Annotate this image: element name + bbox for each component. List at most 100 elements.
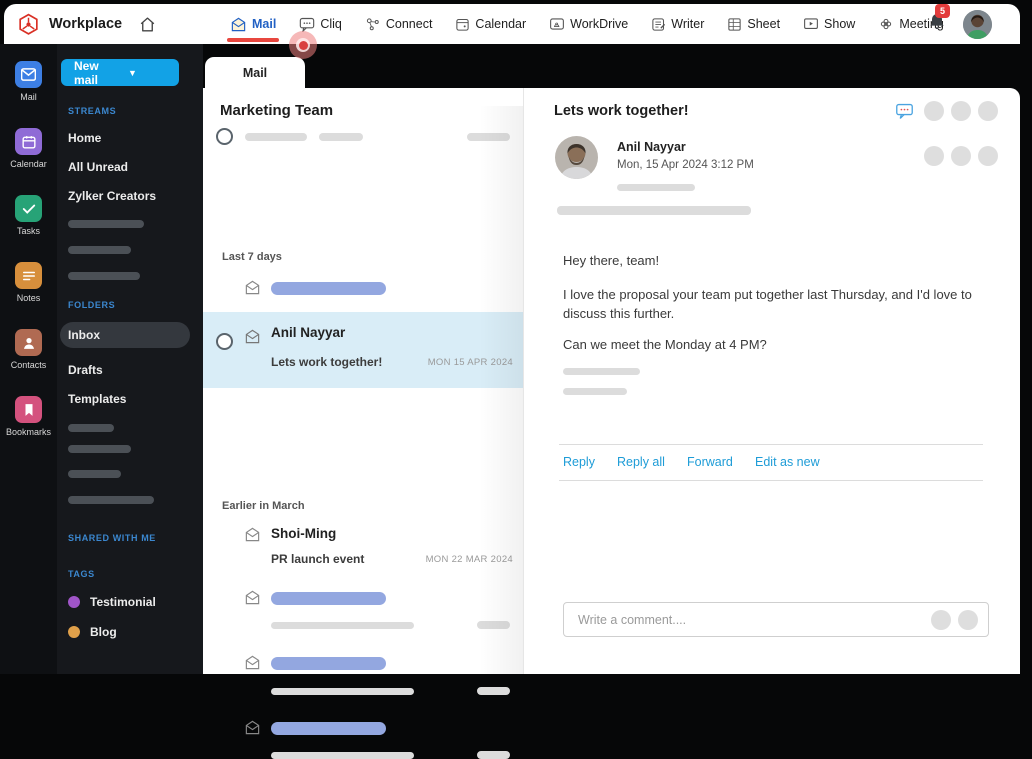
rail-item-bookmarks[interactable]: Bookmarks bbox=[0, 396, 57, 437]
list-toolbar bbox=[216, 128, 510, 145]
reply-link[interactable]: Reply bbox=[563, 455, 617, 469]
sender-placeholder bbox=[271, 592, 386, 605]
action-placeholder[interactable] bbox=[978, 146, 998, 166]
tasks-app-icon bbox=[15, 195, 42, 222]
action-placeholder[interactable] bbox=[924, 146, 944, 166]
comment-box-actions bbox=[931, 610, 988, 630]
bookmarks-app-icon bbox=[15, 396, 42, 423]
stream-item-all-unread[interactable]: All Unread bbox=[68, 160, 203, 174]
date-placeholder bbox=[477, 687, 510, 695]
folder-placeholder bbox=[68, 496, 154, 504]
new-mail-button[interactable]: New mail ▼ bbox=[61, 59, 179, 86]
signature-placeholder bbox=[563, 368, 640, 375]
divider bbox=[559, 480, 983, 481]
action-placeholder[interactable] bbox=[951, 146, 971, 166]
rail-item-contacts[interactable]: Contacts bbox=[0, 329, 57, 370]
reply-all-link[interactable]: Reply all bbox=[617, 455, 687, 469]
tutorial-pulse-indicator[interactable] bbox=[289, 31, 317, 59]
tab-connect[interactable]: Connect bbox=[365, 17, 433, 32]
body-paragraph: Hey there, team! bbox=[563, 252, 988, 271]
sender-avatar bbox=[555, 136, 598, 179]
stream-item-zylker-creators[interactable]: Zylker Creators bbox=[68, 189, 203, 203]
mail-sidebar: New mail ▼ STREAMS Home All Unread Zylke… bbox=[57, 44, 203, 674]
comment-action-placeholder[interactable] bbox=[958, 610, 978, 630]
tab-sheet[interactable]: Sheet bbox=[727, 17, 780, 32]
forward-link[interactable]: Forward bbox=[687, 455, 755, 469]
home-icon[interactable] bbox=[138, 15, 157, 34]
mail-select-checkbox[interactable] bbox=[216, 333, 233, 350]
reply-actions: Reply Reply all Forward Edit as new bbox=[563, 455, 820, 469]
rail-item-mail[interactable]: Mail bbox=[0, 61, 57, 102]
notifications-bell-icon[interactable]: 5 bbox=[927, 11, 947, 37]
tab-workdrive[interactable]: WorkDrive bbox=[549, 17, 628, 31]
folder-item-inbox[interactable]: Inbox bbox=[60, 322, 190, 348]
action-placeholder[interactable] bbox=[951, 101, 971, 121]
writer-icon bbox=[651, 17, 666, 32]
tab-writer[interactable]: Writer bbox=[651, 17, 704, 32]
stream-placeholder bbox=[68, 220, 144, 228]
show-icon bbox=[803, 17, 819, 31]
envelope-icon bbox=[244, 590, 261, 610]
content-area: Marketing Team Last 7 days Lauren Mills … bbox=[203, 88, 1020, 674]
comment-action-placeholder[interactable] bbox=[931, 610, 951, 630]
group-label-earlier: Earlier in March bbox=[222, 500, 305, 512]
subject-placeholder bbox=[271, 752, 414, 759]
rail-item-calendar[interactable]: Calendar bbox=[0, 128, 57, 169]
rail-item-tasks[interactable]: Tasks bbox=[0, 195, 57, 236]
sender-name: Anil Nayyar bbox=[617, 140, 686, 154]
app-rail: Mail Calendar Tasks Notes Contacts Bookm… bbox=[0, 44, 57, 674]
folder-item-drafts[interactable]: Drafts bbox=[68, 363, 203, 377]
mail-icon bbox=[230, 17, 247, 32]
date-placeholder bbox=[477, 751, 510, 759]
mail-app-icon bbox=[15, 61, 42, 88]
folders-section-label: FOLDERS bbox=[68, 300, 203, 310]
folder-item-templates[interactable]: Templates bbox=[68, 392, 203, 406]
rail-item-notes[interactable]: Notes bbox=[0, 262, 57, 303]
message-header-actions bbox=[895, 101, 998, 121]
top-navbar: Workplace Mail Cliq Connect Calendar Wor… bbox=[4, 4, 1020, 44]
envelope-icon bbox=[244, 720, 261, 740]
recipient-placeholder bbox=[617, 184, 695, 191]
select-all-checkbox[interactable] bbox=[216, 128, 233, 145]
brand-name: Workplace bbox=[49, 16, 122, 32]
tag-color-dot bbox=[68, 626, 80, 638]
contacts-app-icon bbox=[15, 329, 42, 356]
divider bbox=[559, 444, 983, 445]
calendar-app-icon bbox=[15, 128, 42, 155]
mail-date: MON 22 MAR 2024 bbox=[426, 554, 513, 565]
folder-placeholder bbox=[68, 424, 114, 432]
streams-section-label: STREAMS bbox=[68, 106, 203, 116]
brand: Workplace bbox=[4, 12, 122, 37]
sender-placeholder bbox=[271, 657, 386, 670]
body-paragraph: Can we meet the Monday at 4 PM? bbox=[563, 336, 988, 355]
tab-mail-view[interactable]: Mail bbox=[205, 57, 305, 88]
tag-item-blog[interactable]: Blog bbox=[68, 625, 203, 639]
tab-mail[interactable]: Mail bbox=[230, 17, 276, 32]
comment-input[interactable] bbox=[564, 613, 931, 627]
meeting-icon bbox=[878, 16, 894, 32]
sender-placeholder bbox=[271, 282, 386, 295]
tab-calendar[interactable]: Calendar bbox=[455, 17, 526, 32]
calendar-icon bbox=[455, 17, 470, 32]
list-title: Marketing Team bbox=[220, 102, 333, 119]
reading-pane: Lets work together! Anil Nayyar Mon, 15 … bbox=[524, 88, 1020, 674]
shared-section-label: SHARED WITH ME bbox=[68, 533, 203, 543]
list-scroll-shadow bbox=[479, 106, 523, 674]
action-placeholder[interactable] bbox=[924, 101, 944, 121]
notes-app-icon bbox=[15, 262, 42, 289]
chevron-down-icon[interactable]: ▼ bbox=[115, 68, 179, 78]
user-avatar[interactable] bbox=[963, 10, 992, 39]
folder-placeholder bbox=[68, 445, 131, 453]
stream-item-home[interactable]: Home bbox=[68, 131, 203, 145]
signature-placeholder bbox=[563, 388, 627, 395]
message-secondary-actions bbox=[924, 146, 998, 166]
tab-cliq[interactable]: Cliq bbox=[299, 17, 342, 32]
stream-placeholder bbox=[68, 246, 131, 254]
comments-icon[interactable] bbox=[895, 103, 914, 120]
tab-show[interactable]: Show bbox=[803, 17, 855, 31]
mail-list-item-anil-nayyar-selected[interactable]: Anil Nayyar Lets work together! MON 15 A… bbox=[203, 312, 523, 388]
tag-item-testimonial[interactable]: Testimonial bbox=[68, 595, 203, 609]
chat-icon bbox=[299, 17, 315, 32]
edit-as-new-link[interactable]: Edit as new bbox=[755, 455, 820, 469]
action-placeholder[interactable] bbox=[978, 101, 998, 121]
